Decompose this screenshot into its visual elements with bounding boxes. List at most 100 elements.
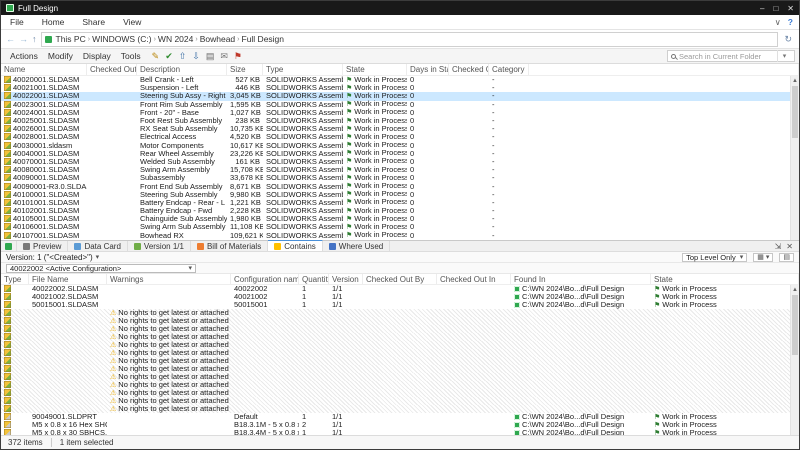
quantity-cell: 1 — [302, 429, 307, 435]
panel-close-icon[interactable]: ✕ — [786, 242, 793, 251]
breadcrumb-item[interactable]: Bowhead — [198, 34, 237, 44]
type-cell: SOLIDWORKS Assembly Document — [266, 149, 343, 158]
menu-actions[interactable]: Actions — [5, 51, 43, 61]
history-icon[interactable]: ▤ — [206, 51, 215, 61]
forward-icon[interactable]: → — [19, 34, 28, 44]
state-flag-icon: ⚑ — [346, 76, 353, 84]
contains-scrollbar[interactable]: ▲ — [790, 285, 799, 435]
file-name-cell: 40080001.SLDASM — [1, 166, 87, 174]
column-header-found-in[interactable]: Found In — [511, 274, 651, 284]
scrollbar-thumb[interactable] — [792, 295, 798, 355]
column-header-size[interactable]: Size — [227, 64, 263, 75]
help-icon[interactable]: ? — [788, 17, 793, 28]
column-header-quantity[interactable]: Quantity — [299, 274, 329, 284]
tab-data-card[interactable]: Data Card — [68, 241, 128, 251]
get-latest-icon[interactable]: ⇩ — [192, 51, 200, 61]
type-cell: SOLIDWORKS Assembly Document — [266, 117, 343, 126]
workflow-flag-icon[interactable]: ⚑ — [234, 51, 242, 61]
column-header-configuration-name[interactable]: Configuration name — [231, 274, 299, 284]
top-level-dropdown[interactable]: Top Level Only ▾ — [682, 252, 748, 262]
save-table-button[interactable]: ▤ — [779, 252, 794, 262]
check-in-icon[interactable]: ✔ — [165, 51, 173, 61]
ribbon-tab-home[interactable]: Home — [33, 15, 74, 29]
minimize-button[interactable]: – — [760, 4, 764, 13]
vault-icon — [514, 429, 520, 435]
version-chevron-icon[interactable]: ▾ — [96, 253, 100, 261]
scroll-up-icon[interactable]: ▲ — [791, 285, 799, 294]
days-in-state-cell: 0 — [410, 133, 415, 142]
type-cell — [1, 421, 29, 429]
breadcrumb-item[interactable]: WN 2024 — [156, 34, 195, 44]
notify-icon[interactable]: ✉ — [220, 51, 228, 61]
contains-header: Type File Name Warnings Configuration name Q… — [1, 274, 799, 285]
tab-where-used[interactable]: Where Used — [323, 241, 391, 251]
breadcrumb-item[interactable]: This PC — [54, 34, 88, 44]
breadcrumb-item[interactable]: WINDOWS (C:) — [90, 34, 154, 44]
tab-preview[interactable]: Preview — [17, 241, 69, 251]
bill-of-materials-icon — [196, 242, 204, 250]
ribbon-tab-file[interactable]: File — [1, 15, 33, 29]
column-header-name[interactable]: Name — [1, 64, 87, 75]
contains-panel: Type File Name Warnings Configuration name Q… — [1, 274, 799, 435]
tab-bill-of-materials[interactable]: Bill of Materials — [191, 241, 269, 251]
version-selector[interactable]: Version: 1 ("<Created>") — [6, 253, 93, 262]
part-icon — [4, 413, 11, 420]
description-cell: Swing Arm Assembly — [140, 166, 211, 175]
file-row[interactable]: 40107001.SLDASM Bowhead RX 109,621 KBSOLID… — [1, 231, 799, 240]
column-header-checked-out-in[interactable]: Checked Out In — [449, 64, 489, 75]
maximize-button[interactable]: □ — [773, 4, 778, 13]
panel-expand-icon[interactable]: ⇲ — [775, 242, 782, 251]
column-header-type[interactable]: Type — [1, 274, 29, 284]
column-header-days-in-state[interactable]: Days in State — [407, 64, 449, 75]
column-header-warnings[interactable]: Warnings — [107, 274, 231, 284]
search-input[interactable]: Search in Current Folder ▾ — [667, 50, 795, 62]
column-header-description[interactable]: Description — [137, 64, 227, 75]
column-header-state[interactable]: State — [651, 274, 799, 284]
menu-modify[interactable]: Modify — [43, 51, 78, 61]
type-cell: SOLIDWORKS Assembly Document — [266, 215, 343, 224]
assembly-icon — [4, 190, 11, 198]
file-name-cell: 40040001.SLDASM — [1, 149, 87, 158]
tab-contains[interactable]: Contains — [268, 240, 323, 251]
refresh-icon[interactable]: ↻ — [782, 34, 794, 45]
close-button[interactable]: ✕ — [787, 4, 794, 13]
search-dropdown-icon[interactable]: ▾ — [777, 50, 791, 62]
menu-tools[interactable]: Tools — [116, 51, 146, 61]
tab-version-1-1[interactable]: Version 1/1 — [128, 241, 191, 251]
scroll-up-icon[interactable]: ▲ — [791, 76, 799, 85]
breadcrumb[interactable]: This PC › WINDOWS (C:) › WN 2024 › Bowhead › Ful… — [40, 31, 779, 47]
breadcrumb-item[interactable]: Full Design — [240, 34, 287, 44]
column-header-state[interactable]: State — [343, 64, 407, 75]
ribbon-tab-view[interactable]: View — [114, 15, 150, 29]
days-in-state-cell: 0 — [410, 149, 415, 158]
menu-display[interactable]: Display — [78, 51, 116, 61]
up-icon[interactable]: ↑ — [32, 34, 37, 44]
contains-row[interactable]: M5 x 0.8 x 30 SBHCS.sldprt B18.3.4M - 5 x… — [1, 429, 799, 435]
ribbon-tab-share[interactable]: Share — [73, 15, 114, 29]
state-flag-icon: ⚑ — [654, 293, 661, 301]
configuration-name-cell: 40021002 — [234, 293, 268, 301]
column-header-category[interactable]: Category — [489, 64, 529, 75]
assembly-icon — [4, 198, 11, 206]
back-icon[interactable]: ← — [6, 34, 15, 44]
column-header-file-name[interactable]: File Name — [29, 274, 107, 284]
bom-layout-button[interactable]: ▦ ▾ — [753, 252, 774, 262]
file-list-scrollbar[interactable]: ▲ — [790, 76, 799, 240]
type-cell — [1, 293, 29, 301]
found-in-cell: C:\WN 2024\Bo...d\Full Design — [511, 285, 651, 293]
column-header-checked-out-in[interactable]: Checked Out In — [437, 274, 511, 284]
scrollbar-thumb[interactable] — [792, 86, 798, 138]
version-cell: 1/1 — [332, 285, 343, 293]
file-name-cell: 40022001.SLDASM — [1, 92, 87, 100]
category-cell: - — [492, 207, 495, 216]
column-header-type[interactable]: Type — [263, 64, 343, 75]
days-in-state-cell: 0 — [410, 231, 415, 240]
column-header-checked-out-by[interactable]: Checked Out By — [363, 274, 437, 284]
check-out-icon[interactable]: ✎ — [152, 51, 160, 61]
warning-icon: ⚠ — [110, 405, 117, 413]
undo-check-out-icon[interactable]: ⇧ — [179, 51, 187, 61]
column-header-version[interactable]: Version — [329, 274, 363, 284]
configuration-dropdown[interactable]: 40022002 <Active Configuration> ▾ — [6, 263, 196, 273]
column-header-checked-out-by[interactable]: Checked Out By — [87, 64, 137, 75]
ribbon-collapse-icon[interactable]: ∨ — [775, 17, 781, 28]
